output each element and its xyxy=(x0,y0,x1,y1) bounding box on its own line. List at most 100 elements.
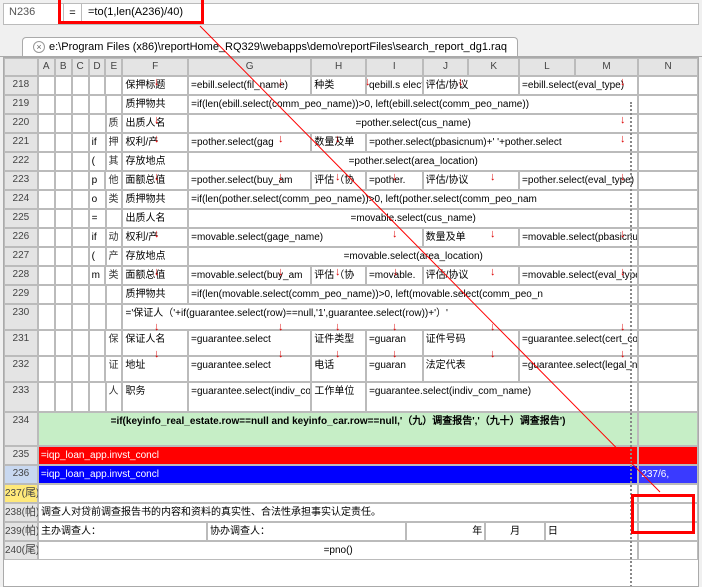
cell-invst-concl[interactable]: =iqp_loan_app.invst_concl xyxy=(38,446,639,465)
cell[interactable]: 评估（协 xyxy=(311,171,366,190)
cell[interactable]: 权利/产 xyxy=(122,228,188,247)
row-header[interactable]: 238(帕) xyxy=(4,503,38,522)
cell[interactable]: =movable. xyxy=(366,266,423,285)
file-tab[interactable]: × e:\Program Files (x86)\reportHome_RQ32… xyxy=(22,37,518,56)
cell[interactable]: 证件类型 xyxy=(311,330,366,356)
cell[interactable]: =pother.select(area_location) xyxy=(188,152,638,171)
row-header[interactable]: 219 xyxy=(4,95,38,114)
cell[interactable]: 保押标题 xyxy=(122,76,188,95)
row-header[interactable]: 234 xyxy=(4,412,38,446)
row-header[interactable]: 237(尾) xyxy=(4,484,38,503)
cell[interactable]: =movable.select(gage_name) xyxy=(188,228,423,247)
cell[interactable]: 质押物共 xyxy=(122,95,188,114)
cell-conditional[interactable]: =if(keyinfo_real_estate.row==null and ke… xyxy=(38,412,639,446)
col-header[interactable]: C xyxy=(72,58,89,76)
cell[interactable]: =pother.select(cus_name) xyxy=(188,114,638,133)
cell[interactable]: =if(len(movable.select(comm_peo_name))>0… xyxy=(188,285,638,304)
cell[interactable]: 面额总值 xyxy=(122,171,188,190)
row-header[interactable]: 235 xyxy=(4,446,38,465)
cell[interactable]: =ebill.select(fil_name) xyxy=(188,76,311,95)
cell[interactable]: =pother.select(pbasicnum)+' '+pother.sel… xyxy=(366,133,638,152)
corner-cell[interactable] xyxy=(4,58,38,76)
cell-pno[interactable]: =pno() xyxy=(38,541,638,560)
col-header[interactable]: L xyxy=(519,58,575,76)
row-header[interactable]: 232 xyxy=(4,356,38,382)
cell-invst-concl-2[interactable]: =iqp_loan_app.invst_concl xyxy=(38,465,639,484)
cell[interactable]: =pother.select(gag xyxy=(188,133,311,152)
cell[interactable]: 质押物共 xyxy=(122,190,188,209)
cell[interactable]: 出质人名 xyxy=(122,209,188,228)
cell[interactable]: =guaran xyxy=(366,356,423,382)
cell[interactable]: =pother.select(eval_type) xyxy=(519,171,638,190)
cell-main-investigator[interactable]: 主办调查人： xyxy=(38,522,207,541)
cell[interactable]: =guarantee.select xyxy=(188,356,311,382)
row-header[interactable]: 225 xyxy=(4,209,38,228)
cell[interactable]: =if(len(ebill.select(comm_peo_name))>0, … xyxy=(188,95,638,114)
cell[interactable]: 职务 xyxy=(122,382,188,412)
cell[interactable]: 存放地点 xyxy=(122,152,188,171)
cell[interactable]: 面额总值 xyxy=(122,266,188,285)
row-header[interactable]: 224 xyxy=(4,190,38,209)
row-header[interactable]: 230 xyxy=(4,304,38,330)
cell[interactable]: 评估/协议 xyxy=(423,76,519,95)
col-header[interactable]: K xyxy=(468,58,519,76)
spreadsheet-grid[interactable]: A B C D E F G H I J K L M N 218 保押标题 =eb… xyxy=(3,57,699,587)
col-header[interactable]: M xyxy=(575,58,639,76)
col-header[interactable]: B xyxy=(55,58,72,76)
row-header[interactable]: 233 xyxy=(4,382,38,412)
cell[interactable]: ='保证人（'+if(guarantee.select(row)==null,'… xyxy=(122,304,638,330)
close-tab-icon[interactable]: × xyxy=(33,41,45,53)
col-header[interactable]: F xyxy=(122,58,188,76)
cell[interactable]: 数量及单 xyxy=(423,228,519,247)
cell[interactable]: =pother.select(buy_am xyxy=(188,171,311,190)
cell-reference-box[interactable]: N236 xyxy=(4,4,64,24)
cell[interactable]: 法定代表 xyxy=(423,356,519,382)
cell-co-investigator[interactable]: 协办调查人： xyxy=(207,522,406,541)
cell[interactable]: 质押物共 xyxy=(122,285,188,304)
row-header[interactable]: 223 xyxy=(4,171,38,190)
selected-cell-n236[interactable]: 237/6, xyxy=(638,465,698,484)
cell[interactable]: =guaran xyxy=(366,330,423,356)
row-header[interactable]: 236 xyxy=(4,465,38,484)
col-header[interactable]: E xyxy=(105,58,122,76)
cell[interactable]: 种类 xyxy=(311,76,366,95)
cell[interactable]: 评估/协议 xyxy=(423,171,519,190)
row-header[interactable]: 218 xyxy=(4,76,38,95)
cell-month[interactable]: 月 xyxy=(485,522,545,541)
col-header[interactable]: N xyxy=(638,58,698,76)
cell[interactable]: =guarantee.select xyxy=(188,330,311,356)
cell-year[interactable]: 年 xyxy=(406,522,486,541)
row-header[interactable]: 229 xyxy=(4,285,38,304)
cell[interactable]: =movable.select(buy_am xyxy=(188,266,311,285)
cell[interactable]: =pother. xyxy=(366,171,423,190)
cell[interactable]: =if(len(pother.select(comm_peo_name))>0,… xyxy=(188,190,638,209)
row-header[interactable]: 222 xyxy=(4,152,38,171)
cell-declaration[interactable]: 调查人对贷前调查报告书的内容和资料的真实性、合法性承担事实认定责任。 xyxy=(38,503,638,522)
cell[interactable]: 数量及单 xyxy=(311,133,366,152)
col-header[interactable]: G xyxy=(188,58,311,76)
col-header[interactable]: A xyxy=(38,58,55,76)
cell[interactable]: 存放地点 xyxy=(122,247,188,266)
col-header[interactable]: I xyxy=(366,58,423,76)
cell[interactable]: =movable.select(eval_type) xyxy=(519,266,638,285)
cell[interactable]: 评估（协 xyxy=(311,266,366,285)
cell[interactable]: =ebill.select(eval_type) xyxy=(519,76,638,95)
cell[interactable]: 地址 xyxy=(122,356,188,382)
cell[interactable]: 出质人名 xyxy=(122,114,188,133)
cell[interactable]: 评估/协议 xyxy=(423,266,519,285)
cell[interactable]: =guarantee.select(indiv_com_job_ttl) xyxy=(188,382,311,412)
row-header[interactable]: 221 xyxy=(4,133,38,152)
row-header[interactable]: 220 xyxy=(4,114,38,133)
cell[interactable]: qebill.s elect(evs xyxy=(366,76,423,95)
cell[interactable]: =guarantee.select(indiv_com_name) xyxy=(366,382,638,412)
cell[interactable]: 电话 xyxy=(311,356,366,382)
row-header[interactable]: 226 xyxy=(4,228,38,247)
col-header[interactable]: H xyxy=(311,58,366,76)
row-header[interactable]: 240(尾) xyxy=(4,541,38,560)
cell-day[interactable]: 日 xyxy=(545,522,638,541)
cell[interactable]: 证件号码 xyxy=(423,330,519,356)
cell[interactable]: 保证人名 xyxy=(122,330,188,356)
col-header[interactable]: D xyxy=(89,58,106,76)
row-header[interactable]: 227 xyxy=(4,247,38,266)
cell[interactable]: =movable.select(pbasicnum xyxy=(519,228,638,247)
